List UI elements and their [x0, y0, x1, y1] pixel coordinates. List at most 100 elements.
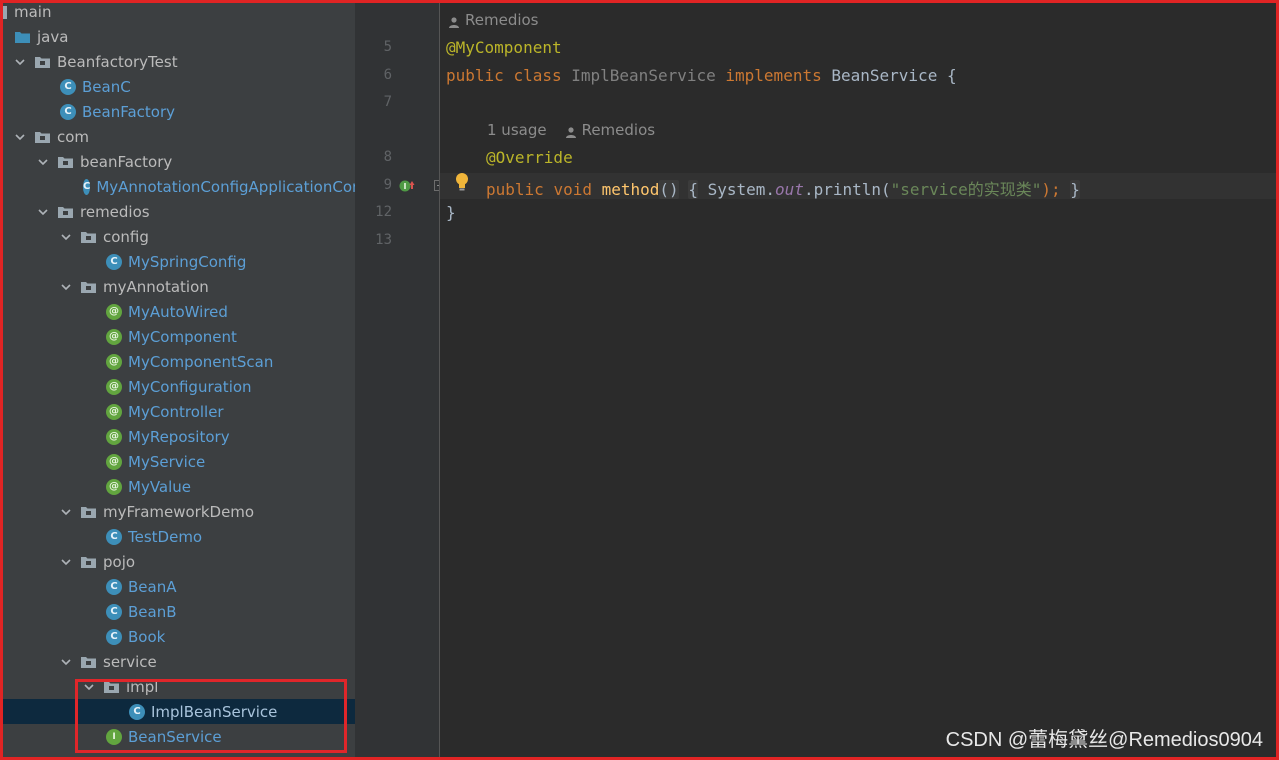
- tree-item-label: MyConfiguration: [128, 377, 252, 396]
- tree-item-label: MyAnnotationConfigApplicationCon: [96, 177, 355, 196]
- tree-item[interactable]: C BeanA: [0, 574, 355, 599]
- package-icon: [34, 55, 51, 69]
- code-vision-usages[interactable]: 1 usage Remedios: [487, 121, 655, 139]
- module-folder-icon: [1, 5, 8, 19]
- class-icon: C: [106, 253, 122, 270]
- println-token: .println(: [803, 180, 891, 199]
- tree-item-label: config: [103, 227, 149, 246]
- author-name: Remedios: [465, 11, 539, 29]
- keyword-token: public: [446, 66, 504, 85]
- tree-item-label: MyService: [128, 452, 206, 471]
- tree-item[interactable]: java: [0, 24, 355, 49]
- tree-item[interactable]: I BeanService: [0, 724, 355, 749]
- tree-item[interactable]: C TestDemo: [0, 524, 355, 549]
- class-icon: C: [83, 178, 91, 195]
- chevron-down-icon[interactable]: [12, 129, 28, 145]
- annotation-icon: @: [106, 303, 122, 320]
- tree-item[interactable]: C Book: [0, 624, 355, 649]
- chevron-down-icon[interactable]: [58, 554, 74, 570]
- watermark: CSDN @蕾梅黛丝@Remedios0904: [945, 729, 1263, 751]
- tree-item[interactable]: myFrameworkDemo: [0, 499, 355, 524]
- tree-item-label: TestDemo: [128, 527, 203, 546]
- usage-count: 1 usage: [487, 121, 547, 139]
- tree-item-label: MyAutoWired: [128, 302, 228, 321]
- package-icon: [57, 155, 74, 169]
- tree-item[interactable]: @ MyValue: [0, 474, 355, 499]
- tree-item[interactable]: BeanfactoryTest: [0, 49, 355, 74]
- tree-item[interactable]: @ MyController: [0, 399, 355, 424]
- folded-close-brace[interactable]: }: [1070, 180, 1080, 199]
- source-folder-icon: [14, 30, 31, 44]
- code-editor[interactable]: Remedios @MyComponent public class ImplB…: [440, 0, 1279, 760]
- tree-item[interactable]: C BeanFactory: [0, 99, 355, 124]
- package-icon: [80, 280, 97, 294]
- tree-item[interactable]: myAnnotation: [0, 274, 355, 299]
- chevron-down-icon[interactable]: [35, 204, 51, 220]
- code-vision-author[interactable]: Remedios: [448, 11, 539, 29]
- tree-item-label: BeanC: [82, 77, 131, 96]
- panel-divider[interactable]: [355, 0, 365, 760]
- annotation-icon: @: [106, 453, 122, 470]
- person-icon: [448, 14, 460, 28]
- package-icon: [80, 505, 97, 519]
- line-number: 8: [383, 149, 392, 165]
- static-field-token: out: [775, 180, 804, 199]
- tree-item-label: BeanB: [128, 602, 177, 621]
- line-number: 9: [383, 177, 392, 193]
- implements-method-gutter-icon[interactable]: I: [398, 178, 416, 194]
- tree-item-label: MyController: [128, 402, 224, 421]
- keyword-token: void: [553, 180, 592, 199]
- tree-item[interactable]: beanFactory: [0, 149, 355, 174]
- tree-item[interactable]: @ MyRepository: [0, 424, 355, 449]
- chevron-down-icon[interactable]: [81, 679, 97, 695]
- keyword-token: public: [486, 180, 544, 199]
- chevron-down-icon[interactable]: [58, 229, 74, 245]
- tree-item-label: impl: [126, 677, 159, 696]
- tree-item[interactable]: C BeanC: [0, 74, 355, 99]
- lightbulb-icon[interactable]: [454, 172, 470, 192]
- tree-item[interactable]: @ MyComponent: [0, 324, 355, 349]
- tree-item[interactable]: remedios: [0, 199, 355, 224]
- folded-open-brace[interactable]: {: [688, 180, 698, 199]
- system-token: System.: [707, 180, 776, 199]
- tree-item[interactable]: config: [0, 224, 355, 249]
- chevron-down-icon[interactable]: [58, 504, 74, 520]
- annotation-token: @Override: [486, 148, 573, 167]
- tree-item[interactable]: C MyAnnotationConfigApplicationCon: [0, 174, 355, 199]
- tree-item[interactable]: main: [0, 0, 355, 24]
- package-icon: [80, 655, 97, 669]
- tree-item[interactable]: pojo: [0, 549, 355, 574]
- package-icon: [103, 680, 120, 694]
- tree-item[interactable]: @ MyConfiguration: [0, 374, 355, 399]
- line-number: 12: [375, 204, 392, 220]
- tree-item-label: BeanService: [128, 727, 222, 746]
- class-icon: C: [129, 703, 145, 720]
- annotation-icon: @: [106, 428, 122, 445]
- code-line-9: public void method() { System.out.printl…: [486, 176, 1080, 200]
- tree-item[interactable]: C MySpringConfig: [0, 249, 355, 274]
- interface-name-token: BeanService: [831, 66, 938, 85]
- tree-item-label: BeanA: [128, 577, 177, 596]
- tree-item[interactable]: C ImplBeanService: [0, 699, 355, 724]
- class-icon: C: [60, 78, 76, 95]
- class-icon: C: [106, 603, 122, 620]
- tree-item-label: MyComponentScan: [128, 352, 274, 371]
- tree-item[interactable]: @ MyAutoWired: [0, 299, 355, 324]
- tree-item-label: MySpringConfig: [128, 252, 247, 271]
- chevron-down-icon[interactable]: [58, 279, 74, 295]
- chevron-down-icon[interactable]: [35, 154, 51, 170]
- tree-item[interactable]: @ MyComponentScan: [0, 349, 355, 374]
- tree-item[interactable]: C BeanB: [0, 599, 355, 624]
- tree-item[interactable]: com: [0, 124, 355, 149]
- tree-item[interactable]: @ MyService: [0, 449, 355, 474]
- tree-item[interactable]: impl: [0, 674, 355, 699]
- project-tree: main java BeanfactoryTest C BeanC C BeanFactor…: [0, 0, 355, 760]
- semicolon-token: );: [1041, 180, 1061, 199]
- tree-item-label: ImplBeanService: [151, 702, 278, 721]
- tree-item[interactable]: service: [0, 649, 355, 674]
- tree-item-label: myAnnotation: [103, 277, 209, 296]
- chevron-down-icon[interactable]: [12, 54, 28, 70]
- keyword-token: class: [513, 66, 562, 85]
- chevron-down-icon[interactable]: [58, 654, 74, 670]
- code-line-5: @MyComponent: [446, 38, 562, 57]
